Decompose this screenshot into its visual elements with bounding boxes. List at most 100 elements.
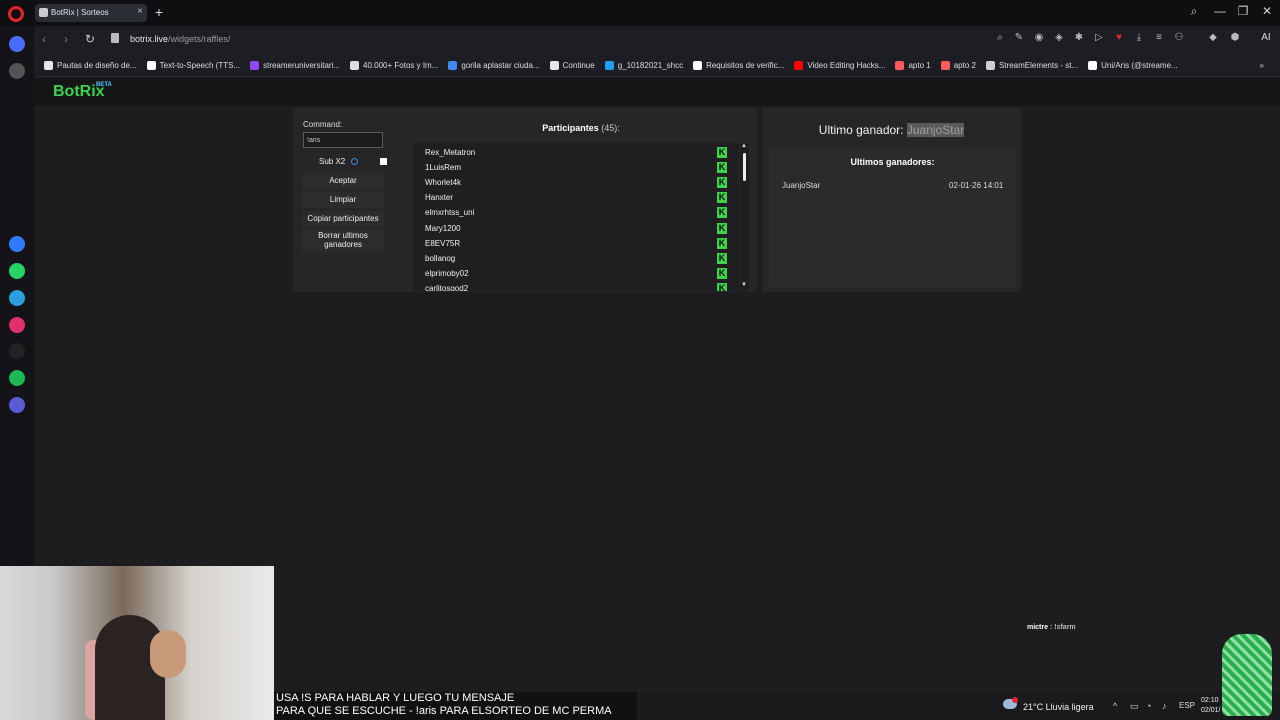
bookmark-item[interactable]: g_10182021_shcc: [604, 60, 683, 70]
sub-x2-checkbox[interactable]: [380, 158, 387, 165]
telegram-icon[interactable]: [9, 290, 25, 306]
participant-name: Hanxter: [425, 193, 454, 203]
site-header: [34, 78, 1280, 106]
bookmark-item[interactable]: gorila aplastar ciuda...: [448, 60, 540, 70]
lock-icon[interactable]: [111, 33, 119, 43]
search-tabs-icon[interactable]: ⌕: [1184, 4, 1204, 19]
instagram-icon[interactable]: [9, 317, 25, 333]
participant-row[interactable]: E8EV75R K: [413, 236, 739, 251]
participant-row[interactable]: Hanxter K: [413, 190, 739, 205]
bookmark-item[interactable]: 40.000+ Fotos y Im...: [350, 60, 438, 70]
weather-badge: [1012, 697, 1018, 703]
search-icon[interactable]: ⌕: [993, 32, 1007, 43]
delete-button-line2: ganadores: [324, 240, 362, 249]
participant-name: E8EV75R: [425, 238, 461, 248]
forward-icon[interactable]: ›: [64, 32, 68, 46]
reload-icon[interactable]: ↻: [85, 32, 95, 46]
opera-logo-icon[interactable]: [8, 6, 24, 22]
clear-button[interactable]: Limpiar: [302, 192, 384, 208]
bookmark-item[interactable]: Uni/Aris (@streame...: [1088, 60, 1178, 70]
battery-icon[interactable]: ▭: [1130, 701, 1139, 712]
participant-row[interactable]: carlitosgod2 K: [413, 281, 739, 291]
stream-caption: USA !S PARA HABLAR Y LUEGO TU MENSAJE PA…: [274, 692, 637, 720]
minimize-button[interactable]: —: [1210, 4, 1230, 18]
bookmark-label: Continue: [562, 60, 595, 70]
bookmarks-overflow-icon[interactable]: »: [1260, 61, 1264, 70]
bookmark-item[interactable]: Pautas de diseño de...: [44, 60, 137, 70]
delete-button-line1: Borrar ultimos: [318, 231, 368, 240]
back-icon[interactable]: ‹: [42, 32, 46, 46]
bookmark-item[interactable]: Video Editing Hacks...: [794, 60, 886, 70]
menu-icon[interactable]: ≡: [1152, 32, 1166, 43]
participant-row[interactable]: Whorlet4k K: [413, 175, 739, 190]
tray-chevron-icon[interactable]: ^: [1113, 701, 1117, 711]
bookmark-item[interactable]: apto 2: [940, 60, 976, 70]
bookmark-item[interactable]: Text-to-Speech (TTS...: [146, 60, 240, 70]
scroll-up-icon[interactable]: ▲: [741, 143, 747, 149]
x-icon[interactable]: [9, 343, 25, 359]
play-icon[interactable]: ▷: [1092, 32, 1106, 43]
bookmark-favicon-icon: [146, 60, 156, 70]
download-icon[interactable]: ⤓: [1132, 32, 1146, 43]
bookmark-item[interactable]: Continue: [549, 60, 595, 70]
participant-row[interactable]: bollanog K: [413, 251, 739, 266]
language-indicator[interactable]: ESP: [1179, 701, 1195, 710]
participant-row[interactable]: elprimoby02 K: [413, 266, 739, 281]
participant-row[interactable]: Mary1200 K: [413, 221, 739, 236]
bookmark-item[interactable]: apto 1: [895, 60, 931, 70]
tab-botrix[interactable]: BotRix | Sorteos ×: [35, 4, 147, 22]
camera-icon[interactable]: ◉: [1032, 32, 1046, 43]
last-winner-name: JuanjoStar: [906, 123, 965, 137]
cube-icon[interactable]: ⬢: [1228, 32, 1242, 43]
command-input[interactable]: [303, 132, 383, 148]
close-window-button[interactable]: ✕: [1257, 4, 1277, 18]
edit-icon[interactable]: ✎: [1012, 32, 1026, 43]
bookmark-label: Video Editing Hacks...: [807, 60, 886, 70]
messenger-icon[interactable]: [9, 236, 25, 252]
kick-icon: K: [717, 282, 727, 291]
kick-icon: K: [717, 192, 727, 204]
kick-icon: K: [717, 252, 727, 264]
participant-name: carlitosgod2: [425, 283, 469, 291]
scrollbar-thumb[interactable]: [743, 153, 746, 181]
volume-icon[interactable]: ♪: [1162, 701, 1167, 711]
bookmark-label: StreamElements - st...: [998, 60, 1079, 70]
scroll-down-icon[interactable]: ▼: [741, 282, 747, 288]
bookmark-item[interactable]: streameruniversitari...: [250, 60, 340, 70]
player-icon[interactable]: [9, 397, 25, 413]
bookmark-item[interactable]: Requisitos de verific...: [693, 60, 785, 70]
vpn-icon[interactable]: ✱: [1072, 32, 1086, 43]
bookmark-favicon-icon: [44, 60, 53, 70]
network-icon[interactable]: ◔: [1146, 701, 1151, 711]
bookmark-item[interactable]: StreamElements - st...: [985, 60, 1079, 70]
ai-button[interactable]: AI: [1253, 32, 1279, 43]
maximize-button[interactable]: ❐: [1233, 4, 1253, 18]
profile-icon[interactable]: ⚇: [1172, 32, 1186, 43]
whatsapp-icon[interactable]: [9, 263, 25, 279]
participant-row[interactable]: 1LuisRem K: [413, 160, 739, 175]
new-tab-button[interactable]: +: [151, 4, 167, 20]
taskbar-clock[interactable]: 02:10 02/01/: [1201, 696, 1220, 716]
extension-icon[interactable]: ◆: [1206, 32, 1220, 43]
star-icon[interactable]: [9, 63, 25, 79]
clock-date: 02/01/: [1201, 707, 1221, 714]
participant-row[interactable]: Rex_Metatron K: [413, 145, 739, 160]
delete-last-winners-button[interactable]: Borrar ultimos ganadores: [302, 230, 384, 252]
spotify-icon[interactable]: [9, 370, 25, 386]
participant-row[interactable]: elmxrhtss_uni K: [413, 205, 739, 220]
copy-participants-button[interactable]: Copiar participantes: [302, 211, 384, 227]
info-icon[interactable]: [351, 158, 358, 165]
weather-text[interactable]: 21°C Lluvia ligera: [1023, 702, 1094, 712]
sub-x2-label: Sub X2: [319, 157, 346, 166]
kick-icon: K: [717, 162, 727, 174]
heart-icon[interactable]: ♥: [1112, 32, 1126, 43]
tab-close-icon[interactable]: ×: [137, 6, 143, 17]
url-field[interactable]: botrix.live/widgets/raffles/: [130, 34, 230, 44]
accept-button[interactable]: Aceptar: [302, 173, 384, 189]
home-icon[interactable]: [9, 36, 25, 52]
participants-list[interactable]: Rex_Metatron K 1LuisRem K Whorlet4k K Hanxter K…: [413, 143, 739, 291]
last-winner-label: Ultimo ganador:: [818, 123, 904, 137]
participants-label: Participantes: [542, 123, 599, 133]
shield-icon[interactable]: ◈: [1052, 32, 1066, 43]
bookmark-label: Requisitos de verific...: [706, 60, 785, 70]
